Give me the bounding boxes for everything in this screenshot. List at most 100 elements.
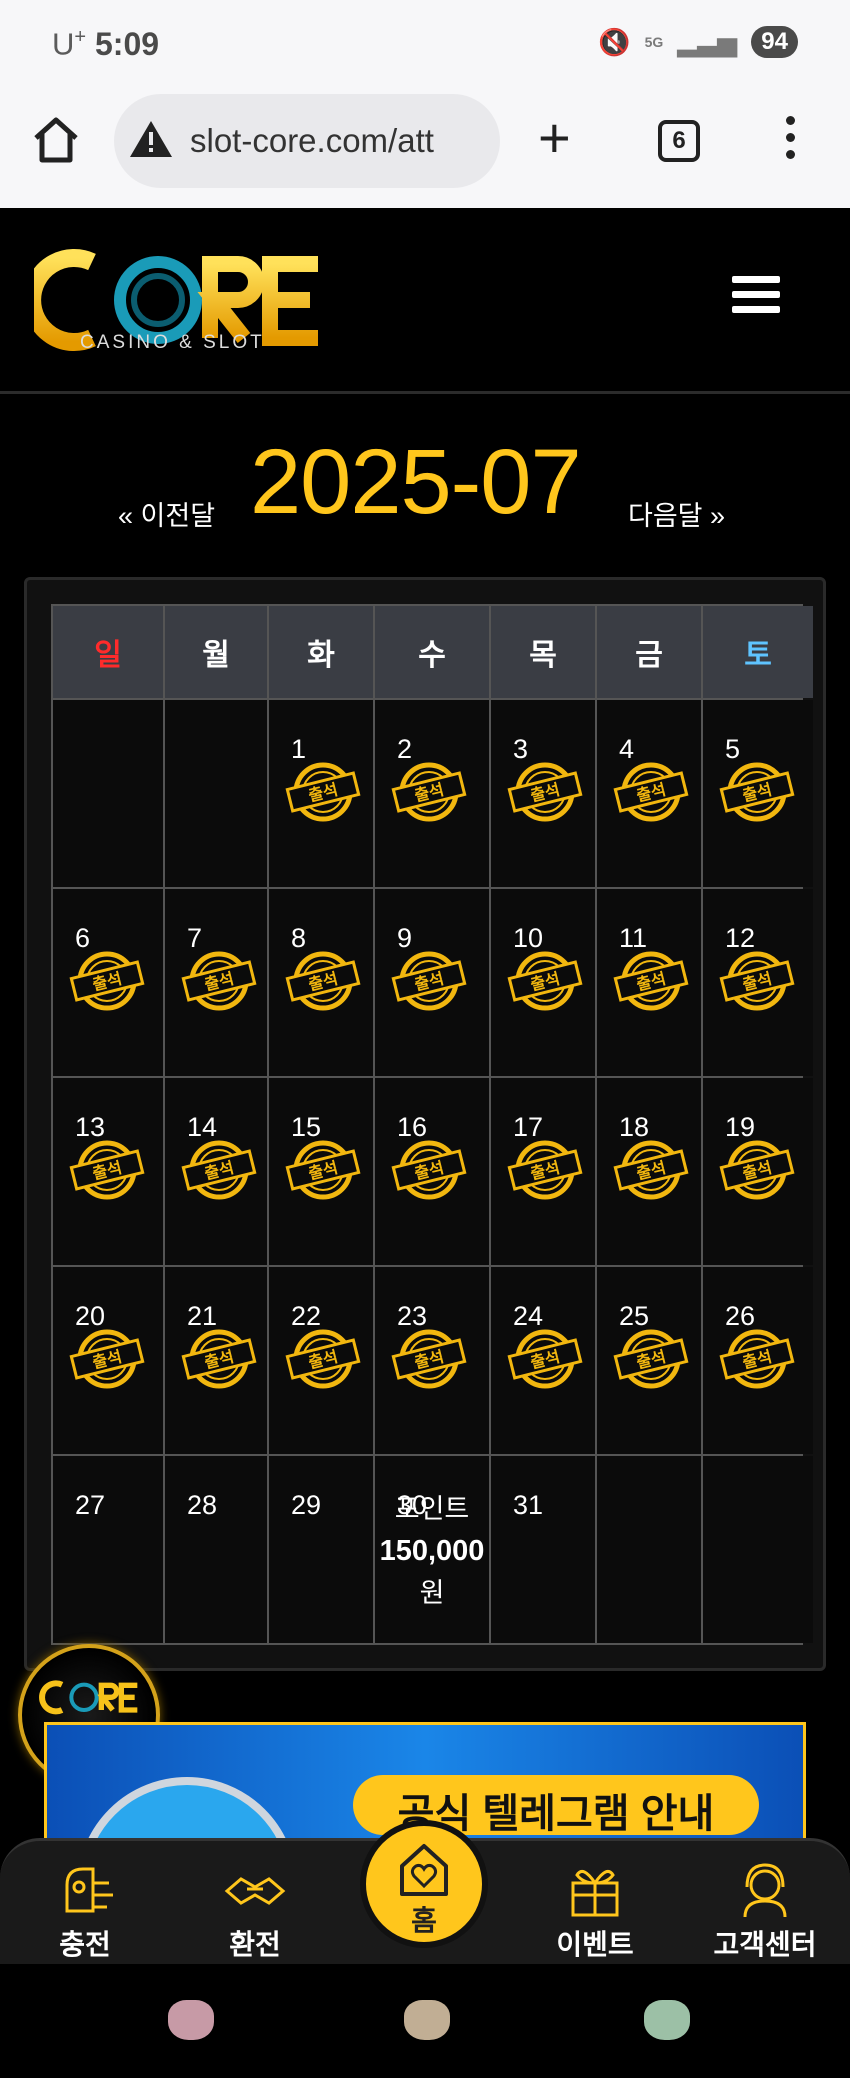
calendar-day-cell[interactable]: 12 출석 <box>703 889 813 1076</box>
attendance-stamp-icon: 출석 <box>69 1329 145 1389</box>
calendar-day-cell[interactable]: 30 포인트 150,000 원 <box>375 1456 489 1643</box>
calendar-day-cell[interactable]: 23 출석 <box>375 1267 489 1454</box>
nav-charge[interactable]: 충전 <box>20 1861 150 1963</box>
attendance-stamp-icon: 출석 <box>181 951 257 1011</box>
menu-icon[interactable] <box>732 276 780 321</box>
calendar-day-cell[interactable]: 1 출석 <box>269 700 373 887</box>
calendar-week-row: 27 28 29 30 포인트 150,000 원 31 <box>51 1456 813 1645</box>
signal-icon: ▂▃▅ <box>677 26 738 57</box>
attendance-stamp-icon: 출석 <box>391 1329 467 1389</box>
nav-support[interactable]: 고객센터 <box>700 1861 830 1963</box>
calendar-day-cell[interactable]: 29 <box>269 1456 373 1643</box>
calendar-day-cell[interactable]: 15 출석 <box>269 1078 373 1265</box>
nav-event-label: 이벤트 <box>556 1929 634 1960</box>
calendar-week-row: 20 출석 21 출석 22 출석 23 출석 24 출석 25 출석 26 출석 <box>51 1267 813 1456</box>
cs-core-logo <box>39 1680 138 1715</box>
calendar-day-cell[interactable]: 4 출석 <box>597 700 701 887</box>
calendar-day-cell[interactable]: 14 출석 <box>165 1078 267 1265</box>
logo-tagline: CASINO & SLOT <box>80 332 265 353</box>
nav-support-label: 고객센터 <box>713 1929 817 1960</box>
calendar-day-cell[interactable]: 9 출석 <box>375 889 489 1076</box>
attendance-stamp-icon: 출석 <box>507 951 583 1011</box>
calendar-day-cell[interactable]: 18 출석 <box>597 1078 701 1265</box>
calendar-week-row: 6 출석 7 출석 8 출석 9 출석 10 출석 11 출석 12 출석 <box>51 889 813 1078</box>
attendance-stamp-icon: 출석 <box>69 1140 145 1200</box>
attendance-stamp-icon: 출석 <box>181 1329 257 1389</box>
carrier-label: U+ <box>52 26 87 62</box>
nav-exchange[interactable]: 환전 <box>190 1861 320 1963</box>
calendar-day-cell[interactable]: 26 출석 <box>703 1267 813 1454</box>
warning-icon[interactable] <box>128 118 174 160</box>
attendance-stamp-icon: 출석 <box>719 1140 795 1200</box>
frog-icon-green[interactable] <box>644 2000 690 2040</box>
calendar-day-cell[interactable]: 19 출석 <box>703 1078 813 1265</box>
weekday-mon: 월 <box>165 606 267 698</box>
calendar-week-row: 1 출석 2 출석 3 출석 4 출석 5 출석 <box>51 700 813 889</box>
attendance-stamp-icon: 출석 <box>181 1140 257 1200</box>
calendar-day-cell[interactable]: 8 출석 <box>269 889 373 1076</box>
battery-indicator: 94 <box>751 26 798 58</box>
site-header: CASINO & SLOT <box>0 208 850 394</box>
calendar-day-cell[interactable]: 28 <box>165 1456 267 1643</box>
home-icon[interactable] <box>30 114 82 166</box>
day-number: 31 <box>513 1490 544 1520</box>
reward-points: 포인트 150,000 원 <box>375 1488 489 1614</box>
calendar-day-cell[interactable]: 17 출석 <box>491 1078 595 1265</box>
frog-icon-pink[interactable] <box>168 2000 214 2040</box>
attendance-stamp-icon: 출석 <box>285 1329 361 1389</box>
url-text[interactable]: slot-core.com/att <box>190 122 434 160</box>
calendar-day-cell[interactable]: 7 출석 <box>165 889 267 1076</box>
attendance-stamp-icon: 출석 <box>285 951 361 1011</box>
calendar-day-cell[interactable]: 16 출석 <box>375 1078 489 1265</box>
calendar-day-cell[interactable]: 24 출석 <box>491 1267 595 1454</box>
system-gesture-bar <box>0 1964 850 2078</box>
calendar-day-cell[interactable]: 6 출석 <box>53 889 163 1076</box>
mute-icon: 🔇 <box>598 26 631 57</box>
calendar-day-cell[interactable]: 3 출석 <box>491 700 595 887</box>
calendar-day-cell[interactable]: 22 출석 <box>269 1267 373 1454</box>
nav-home-label: 홈 <box>411 1905 437 1936</box>
tab-switcher-button[interactable]: 6 <box>658 120 700 162</box>
calendar-day-cell[interactable]: 13 출석 <box>53 1078 163 1265</box>
calendar-day-cell[interactable]: 21 출석 <box>165 1267 267 1454</box>
address-bar[interactable]: slot-core.com/att <box>114 94 500 188</box>
reward-amount: 150,000 <box>379 1535 485 1567</box>
prev-month-link[interactable]: « 이전달 <box>118 494 215 533</box>
calendar-empty-cell <box>597 1456 701 1643</box>
nav-exchange-label: 환전 <box>229 1929 281 1960</box>
calendar-day-cell[interactable]: 20 출석 <box>53 1267 163 1454</box>
attendance-stamp-icon: 출석 <box>719 762 795 822</box>
gift-icon <box>571 1869 619 1917</box>
nav-event[interactable]: 이벤트 <box>530 1861 660 1963</box>
attendance-stamp-icon: 출석 <box>613 1140 689 1200</box>
new-tab-icon[interactable]: + <box>538 110 571 166</box>
calendar-empty-cell <box>53 700 163 887</box>
weekday-fri: 금 <box>597 606 701 698</box>
telegram-logo-icon <box>77 1777 297 1842</box>
attendance-stamp-icon: 출석 <box>613 951 689 1011</box>
attendance-stamp-icon: 출석 <box>719 1329 795 1389</box>
day-number: 28 <box>187 1490 218 1520</box>
attendance-stamp-icon: 출석 <box>391 762 467 822</box>
day-number: 27 <box>75 1490 106 1520</box>
calendar-day-cell[interactable]: 2 출석 <box>375 700 489 887</box>
calendar-day-cell[interactable]: 25 출석 <box>597 1267 701 1454</box>
calendar-day-cell[interactable]: 31 <box>491 1456 595 1643</box>
frog-icon-tan[interactable] <box>404 2000 450 2040</box>
calendar-empty-cell <box>703 1456 813 1643</box>
calendar-day-cell[interactable]: 10 출석 <box>491 889 595 1076</box>
nav-home-button[interactable]: 홈 <box>360 1820 488 1948</box>
attendance-stamp-icon: 출석 <box>507 762 583 822</box>
weekday-wed: 수 <box>375 606 489 698</box>
browser-toolbar: slot-core.com/att + 6 <box>0 90 850 208</box>
calendar-day-cell[interactable]: 11 출석 <box>597 889 701 1076</box>
home-heart-icon <box>400 1844 448 1896</box>
weekday-header: 일 월 화 수 목 금 토 <box>51 604 813 700</box>
weekday-sun: 일 <box>53 606 163 698</box>
next-month-link[interactable]: 다음달 » <box>628 494 725 533</box>
more-menu-icon[interactable] <box>786 116 798 167</box>
calendar-day-cell[interactable]: 5 출석 <box>703 700 813 887</box>
nav-charge-label: 충전 <box>59 1929 111 1960</box>
exchange-icon <box>224 1877 286 1905</box>
calendar-day-cell[interactable]: 27 <box>53 1456 163 1643</box>
